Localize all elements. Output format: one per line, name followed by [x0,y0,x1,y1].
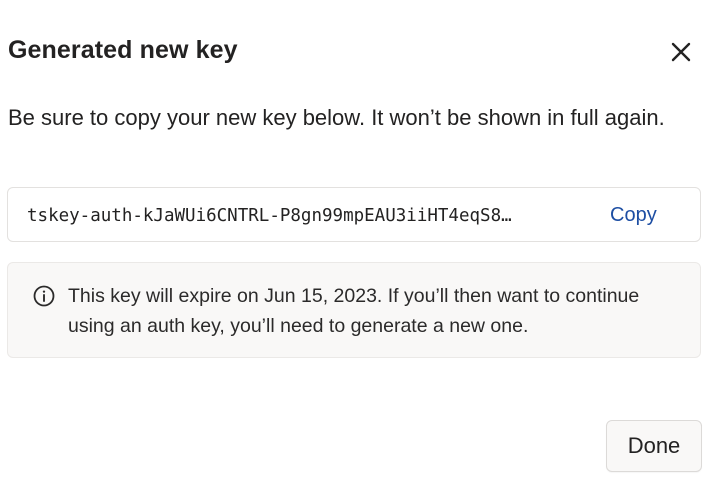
dialog-title: Generated new key [8,36,238,64]
dialog-description: Be sure to copy your new key below. It w… [8,105,665,130]
close-icon [671,42,691,62]
done-button[interactable]: Done [606,420,702,472]
expiry-notice: This key will expire on Jun 15, 2023. If… [7,262,701,358]
generated-key-dialog: Generated new key Be sure to copy your n… [0,0,721,490]
info-icon [33,285,55,307]
expiry-notice-text: This key will expire on Jun 15, 2023. If… [68,285,640,337]
copy-button[interactable]: Copy [602,198,665,232]
close-button[interactable] [664,35,698,69]
key-value[interactable]: tskey-auth-kJaWUi6CNTRL-P8gn99mpEAU3iiHT… [27,205,567,227]
key-field: tskey-auth-kJaWUi6CNTRL-P8gn99mpEAU3iiHT… [7,187,701,242]
